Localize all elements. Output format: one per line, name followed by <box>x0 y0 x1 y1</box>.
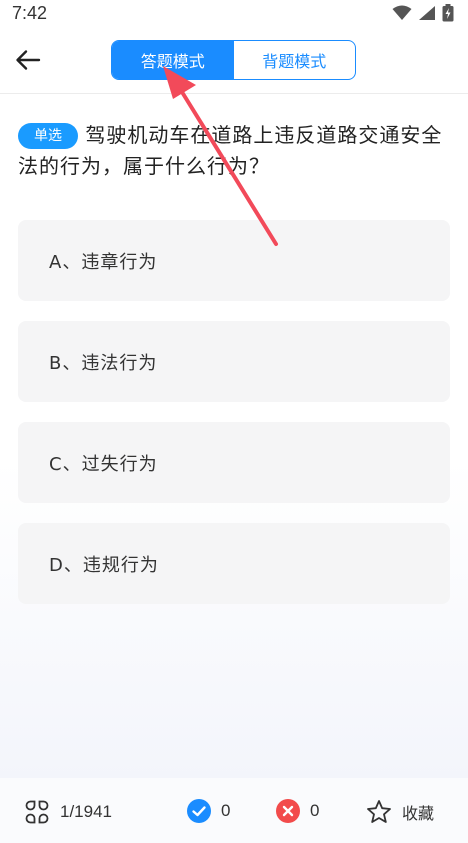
favorite-label: 收藏 <box>402 804 435 823</box>
back-button[interactable] <box>12 46 44 74</box>
status-time: 7:42 <box>12 2 48 23</box>
option-b[interactable]: B、违法行为 <box>18 321 450 402</box>
answer-options: A、违章行为 B、违法行为 C、过失行为 D、违规行为 <box>18 220 450 624</box>
question-text: 驾驶机动车在道路上违反道路交通安全法的行为，属于什么行为？ <box>18 123 443 178</box>
arrow-left-icon <box>16 50 41 70</box>
grid-icon <box>25 800 49 824</box>
check-circle-icon <box>187 799 211 823</box>
question-type-badge: 单选 <box>18 123 78 149</box>
option-d[interactable]: D、违规行为 <box>18 523 450 604</box>
favorite-button[interactable]: 收藏 <box>366 799 434 825</box>
status-icons <box>392 4 454 22</box>
tab-answer-mode[interactable]: 答题模式 <box>112 41 234 79</box>
wrong-counter: 0 <box>276 799 319 823</box>
tab-memorize-mode[interactable]: 背题模式 <box>234 41 356 79</box>
wifi-icon <box>392 5 412 20</box>
question-index-button[interactable]: 1/1941 <box>24 799 112 825</box>
correct-counter: 0 <box>187 799 230 823</box>
wrong-count: 0 <box>310 801 320 820</box>
header: 答题模式 背题模式 <box>0 26 468 94</box>
battery-icon <box>442 4 454 22</box>
question: 单选 驾驶机动车在道路上违反道路交通安全法的行为，属于什么行为？ <box>18 120 450 182</box>
bottom-bar: 1/1941 0 0 收藏 <box>0 778 468 843</box>
star-icon <box>367 800 391 823</box>
progress-text: 1/1941 <box>60 802 112 821</box>
option-a[interactable]: A、违章行为 <box>18 220 450 301</box>
correct-count: 0 <box>221 801 231 820</box>
mode-toggle: 答题模式 背题模式 <box>111 40 356 80</box>
x-circle-icon <box>276 799 300 823</box>
option-c[interactable]: C、过失行为 <box>18 422 450 503</box>
status-bar: 7:42 <box>0 0 468 26</box>
signal-icon <box>419 6 435 20</box>
